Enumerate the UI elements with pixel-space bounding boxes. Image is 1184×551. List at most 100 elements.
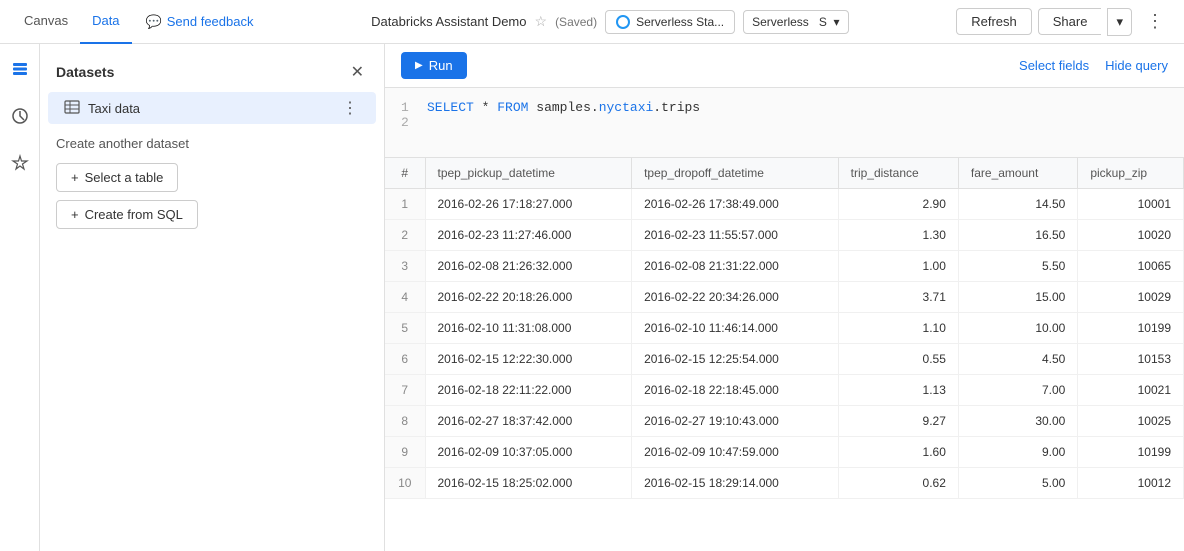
select-fields-button[interactable]: Select fields	[1019, 58, 1089, 73]
icon-bar-chart[interactable]	[7, 103, 33, 134]
more-options-button[interactable]: ⋮	[1138, 6, 1172, 37]
select-table-label: Select a table	[85, 170, 164, 185]
create-section: Create another dataset + Select a table …	[40, 124, 384, 241]
table-cell: 2016-02-15 18:29:14.000	[632, 468, 839, 499]
hide-query-button[interactable]: Hide query	[1105, 58, 1168, 73]
table-cell: 6	[385, 344, 425, 375]
table-cell: 1.30	[838, 220, 958, 251]
table-cell: 8	[385, 406, 425, 437]
send-feedback-button[interactable]: 💬 Send feedback	[136, 10, 264, 34]
icon-bar-datasets[interactable]	[7, 56, 33, 87]
dataset-item-left: Taxi data	[64, 99, 140, 118]
table-cell: 10199	[1078, 313, 1184, 344]
compute-status-icon	[616, 15, 630, 29]
serverless-select[interactable]: Serverless S ▾	[743, 10, 848, 34]
table-cell: 5	[385, 313, 425, 344]
col-header-zip[interactable]: pickup_zip	[1078, 158, 1184, 189]
data-label: Data	[92, 13, 119, 28]
table-cell: 15.00	[958, 282, 1077, 313]
main-layout: Datasets ✕ Taxi data ⋮ Create another da…	[0, 44, 1184, 551]
table-row: 92016-02-09 10:37:05.0002016-02-09 10:47…	[385, 437, 1184, 468]
table-cell: 10025	[1078, 406, 1184, 437]
table-cell: 2016-02-26 17:18:27.000	[425, 189, 632, 220]
table-cell: 9.00	[958, 437, 1077, 468]
table-cell: 0.62	[838, 468, 958, 499]
col-header-num: #	[385, 158, 425, 189]
compute-button[interactable]: Serverless Sta...	[605, 10, 735, 34]
sql-keyword-select: SELECT	[427, 100, 474, 115]
table-cell: 2016-02-09 10:47:59.000	[632, 437, 839, 468]
table-cell: 4.50	[958, 344, 1077, 375]
table-row: 22016-02-23 11:27:46.0002016-02-23 11:55…	[385, 220, 1184, 251]
table-cell: 3.71	[838, 282, 958, 313]
datasets-header: Datasets ✕	[40, 56, 384, 92]
col-header-pickup[interactable]: tpep_pickup_datetime	[425, 158, 632, 189]
sql-line-1: 1 SELECT * FROM samples.nyctaxi.trips	[401, 100, 1168, 115]
icon-bar	[0, 44, 40, 551]
col-header-distance[interactable]: trip_distance	[838, 158, 958, 189]
table-cell: 10020	[1078, 220, 1184, 251]
dataset-more-button[interactable]: ⋮	[340, 98, 360, 118]
table-cell: 30.00	[958, 406, 1077, 437]
create-from-sql-button[interactable]: + Create from SQL	[56, 200, 198, 229]
data-table: # tpep_pickup_datetime tpep_dropoff_date…	[385, 158, 1184, 499]
col-header-dropoff[interactable]: tpep_dropoff_datetime	[632, 158, 839, 189]
table-cell: 10.00	[958, 313, 1077, 344]
table-cell: 2016-02-08 21:26:32.000	[425, 251, 632, 282]
table-row: 42016-02-22 20:18:26.0002016-02-22 20:34…	[385, 282, 1184, 313]
close-sidebar-button[interactable]: ✕	[347, 60, 368, 84]
data-table-container: # tpep_pickup_datetime tpep_dropoff_date…	[385, 158, 1184, 551]
plus-icon: +	[71, 170, 79, 185]
share-button[interactable]: Share	[1038, 8, 1102, 35]
share-dropdown-button[interactable]: ▾	[1107, 8, 1132, 36]
run-icon: ▶	[415, 60, 423, 71]
table-row: 62016-02-15 12:22:30.0002016-02-15 12:25…	[385, 344, 1184, 375]
sql-keyword-from: FROM	[497, 100, 528, 115]
table-cell: 1.00	[838, 251, 958, 282]
right-buttons: Refresh Share ▾ ⋮	[956, 6, 1172, 37]
tab-canvas[interactable]: Canvas	[12, 0, 80, 44]
line-number-1: 1	[401, 100, 415, 115]
table-cell: 16.50	[958, 220, 1077, 251]
col-header-fare[interactable]: fare_amount	[958, 158, 1077, 189]
run-label: Run	[429, 58, 453, 73]
table-cell: 1.10	[838, 313, 958, 344]
table-row: 102016-02-15 18:25:02.0002016-02-15 18:2…	[385, 468, 1184, 499]
refresh-button[interactable]: Refresh	[956, 8, 1032, 35]
table-cell: 10001	[1078, 189, 1184, 220]
table-cell: 2016-02-15 12:22:30.000	[425, 344, 632, 375]
table-cell: 2016-02-15 12:25:54.000	[632, 344, 839, 375]
table-cell: 2016-02-10 11:46:14.000	[632, 313, 839, 344]
run-button[interactable]: ▶ Run	[401, 52, 467, 79]
star-icon[interactable]: ☆	[535, 13, 548, 30]
table-cell: 1.13	[838, 375, 958, 406]
serverless-short: S	[819, 15, 827, 29]
table-cell: 2016-02-26 17:38:49.000	[632, 189, 839, 220]
table-cell: 10	[385, 468, 425, 499]
tab-data[interactable]: Data	[80, 0, 131, 44]
sql-editor[interactable]: 1 SELECT * FROM samples.nyctaxi.trips 2	[385, 88, 1184, 158]
select-table-button[interactable]: + Select a table	[56, 163, 178, 192]
canvas-label: Canvas	[24, 13, 68, 28]
icon-bar-ai[interactable]	[7, 150, 33, 181]
toolbar-right: Select fields Hide query	[1019, 58, 1168, 73]
table-cell: 4	[385, 282, 425, 313]
table-row: 52016-02-10 11:31:08.0002016-02-10 11:46…	[385, 313, 1184, 344]
table-row: 12016-02-26 17:18:27.0002016-02-26 17:38…	[385, 189, 1184, 220]
dataset-name: Taxi data	[88, 101, 140, 116]
table-cell: 2016-02-15 18:25:02.000	[425, 468, 632, 499]
sql-content-1: SELECT * FROM samples.nyctaxi.trips	[427, 100, 700, 115]
table-cell: 2016-02-27 19:10:43.000	[632, 406, 839, 437]
table-cell: 2016-02-10 11:31:08.000	[425, 313, 632, 344]
app-title: Databricks Assistant Demo	[371, 14, 526, 29]
dataset-item[interactable]: Taxi data ⋮	[48, 92, 376, 124]
table-header: # tpep_pickup_datetime tpep_dropoff_date…	[385, 158, 1184, 189]
table-cell: 10012	[1078, 468, 1184, 499]
saved-badge: (Saved)	[555, 15, 597, 29]
table-row: 72016-02-18 22:11:22.0002016-02-18 22:18…	[385, 375, 1184, 406]
table-cell: 0.55	[838, 344, 958, 375]
table-cell: 2016-02-18 22:11:22.000	[425, 375, 632, 406]
create-another-label: Create another dataset	[56, 136, 368, 151]
table-cell: 7.00	[958, 375, 1077, 406]
content-area: ▶ Run Select fields Hide query 1 SELECT …	[385, 44, 1184, 551]
